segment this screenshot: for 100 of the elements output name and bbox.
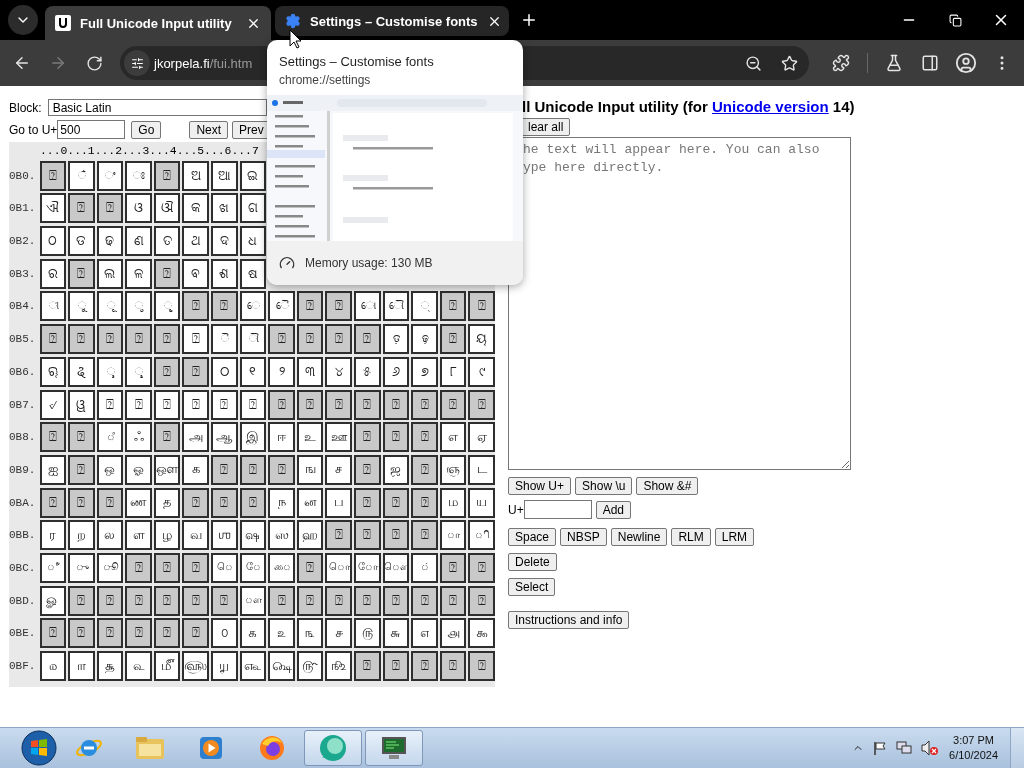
char-button[interactable]: ୠ [39, 356, 67, 387]
char-button[interactable]: ௭ [411, 618, 438, 649]
char-button[interactable]: ஊ [325, 422, 353, 453]
insert-button[interactable]: Space [508, 528, 557, 546]
char-button[interactable]: ஐ [39, 454, 67, 485]
char-button[interactable]: ଥ [182, 226, 210, 257]
char-button[interactable]: ⍰ [439, 651, 467, 681]
char-button[interactable]: ௹ [296, 651, 324, 681]
char-button[interactable]: ⍰ [382, 422, 410, 453]
char-button[interactable]: ଆ [211, 160, 238, 191]
char-button[interactable]: ୨ [268, 356, 295, 387]
char-button[interactable]: ௬ [382, 618, 410, 649]
char-button[interactable]: ⍰ [68, 324, 95, 355]
char-button[interactable]: ச [325, 454, 353, 485]
char-button[interactable]: ⍰ [153, 389, 181, 420]
char-button[interactable]: ⍰ [211, 487, 238, 518]
char-button[interactable]: ଦ [211, 226, 238, 257]
char-button[interactable]: ୡ [68, 356, 95, 387]
char-button[interactable]: ⍰ [153, 356, 181, 387]
char-button[interactable]: ⍰ [354, 651, 381, 681]
char-button[interactable]: ஸ [268, 520, 295, 551]
char-button[interactable]: உ [296, 422, 324, 453]
char-button[interactable]: ம [439, 487, 467, 518]
char-button[interactable]: ଢ [96, 226, 124, 257]
char-button[interactable]: ଧ [239, 226, 267, 257]
char-button[interactable]: ப [325, 487, 353, 518]
char-button[interactable]: ௨ [268, 618, 295, 649]
char-button[interactable]: କ [182, 193, 210, 224]
plus-icon[interactable] [520, 11, 538, 29]
char-button[interactable]: எ [439, 422, 467, 453]
char-button[interactable]: ◌ୂ [96, 291, 124, 322]
browser-tab[interactable]: Settings – Customise fonts [275, 6, 509, 36]
char-button[interactable]: ୩ [296, 356, 324, 387]
char-button[interactable]: ⍰ [182, 618, 210, 649]
char-button[interactable]: ⍰ [382, 651, 410, 681]
char-button[interactable]: ⍰ [239, 454, 267, 485]
char-button[interactable]: ◌ୌ [382, 291, 410, 322]
char-button[interactable]: ஷ [239, 520, 267, 551]
char-button[interactable]: ୱ [68, 389, 95, 420]
char-button[interactable]: ங [296, 454, 324, 485]
version-link[interactable]: Unicode version [712, 98, 829, 115]
char-button[interactable]: ୯ [468, 356, 495, 387]
char-button[interactable]: ◌ୃ [125, 291, 152, 322]
media-player-icon[interactable] [198, 735, 224, 761]
char-button[interactable]: ⍰ [125, 618, 152, 649]
char-button[interactable]: ◌ு [68, 552, 95, 583]
char-button[interactable]: ⍰ [411, 585, 438, 616]
char-button[interactable]: ⍰ [211, 389, 238, 420]
select-button[interactable]: Select [508, 578, 556, 596]
show-button[interactable]: Show \u [575, 477, 633, 495]
char-button[interactable]: ⍰ [96, 618, 124, 649]
char-button[interactable]: ௸ [268, 651, 295, 681]
char-button[interactable]: ⍰ [411, 651, 438, 681]
char-button[interactable]: ௪ [325, 618, 353, 649]
char-button[interactable]: ଖ [211, 193, 238, 224]
char-button[interactable]: ⍰ [296, 291, 324, 322]
char-button[interactable]: ◌ி [468, 520, 495, 551]
char-button[interactable]: ⍰ [68, 258, 95, 289]
char-button[interactable]: ⍰ [211, 454, 238, 485]
text-area[interactable]: he text will appear here. You can also ype here directly. [508, 137, 851, 470]
network-icon[interactable] [896, 741, 913, 755]
char-button[interactable]: ⍰ [153, 422, 181, 453]
char-button[interactable]: ◌ୋ [354, 291, 381, 322]
char-button[interactable]: ◌ୣ [125, 356, 152, 387]
char-button[interactable]: ல [96, 520, 124, 551]
char-button[interactable]: ⍰ [411, 520, 438, 551]
reload-icon[interactable] [85, 54, 103, 72]
char-button[interactable]: ⍰ [382, 585, 410, 616]
char-button[interactable]: வ [182, 520, 210, 551]
char-button[interactable]: ⍰ [96, 389, 124, 420]
char-button[interactable]: ஆ [211, 422, 238, 453]
char-button[interactable]: ௮ [439, 618, 467, 649]
char-button[interactable]: ⍰ [68, 193, 95, 224]
char-button[interactable]: ந [268, 487, 295, 518]
char-button[interactable]: ⍰ [125, 552, 152, 583]
char-button[interactable]: ⍰ [468, 651, 495, 681]
char-button[interactable]: ◌ா [439, 520, 467, 551]
char-button[interactable]: ୬ [382, 356, 410, 387]
char-button[interactable]: ◌୍ [411, 291, 438, 322]
char-button[interactable]: ⍰ [268, 324, 295, 355]
char-button[interactable]: ତ [153, 226, 181, 257]
char-button[interactable]: ஃ [125, 422, 152, 453]
char-button[interactable]: ଣ [125, 226, 152, 257]
char-button[interactable]: ⍰ [153, 160, 181, 191]
char-button[interactable]: ଗ [239, 193, 267, 224]
char-button[interactable]: ⍰ [153, 324, 181, 355]
char-button[interactable]: ⍰ [39, 618, 67, 649]
char-button[interactable]: ⍰ [439, 291, 467, 322]
char-button[interactable]: ⍰ [296, 389, 324, 420]
char-button[interactable]: ஒ [96, 454, 124, 485]
char-button[interactable]: ⍰ [68, 422, 95, 453]
char-button[interactable]: ୪ [325, 356, 353, 387]
char-button[interactable]: ◌ூ [96, 552, 124, 583]
nav-button[interactable]: Go [131, 120, 162, 139]
char-button[interactable]: ⍰ [325, 291, 353, 322]
char-button[interactable]: ⍰ [382, 520, 410, 551]
char-button[interactable]: ୮ [439, 356, 467, 387]
char-button[interactable]: ୭ [411, 356, 438, 387]
char-button[interactable]: ⍰ [153, 552, 181, 583]
char-button[interactable]: ⍰ [468, 389, 495, 420]
